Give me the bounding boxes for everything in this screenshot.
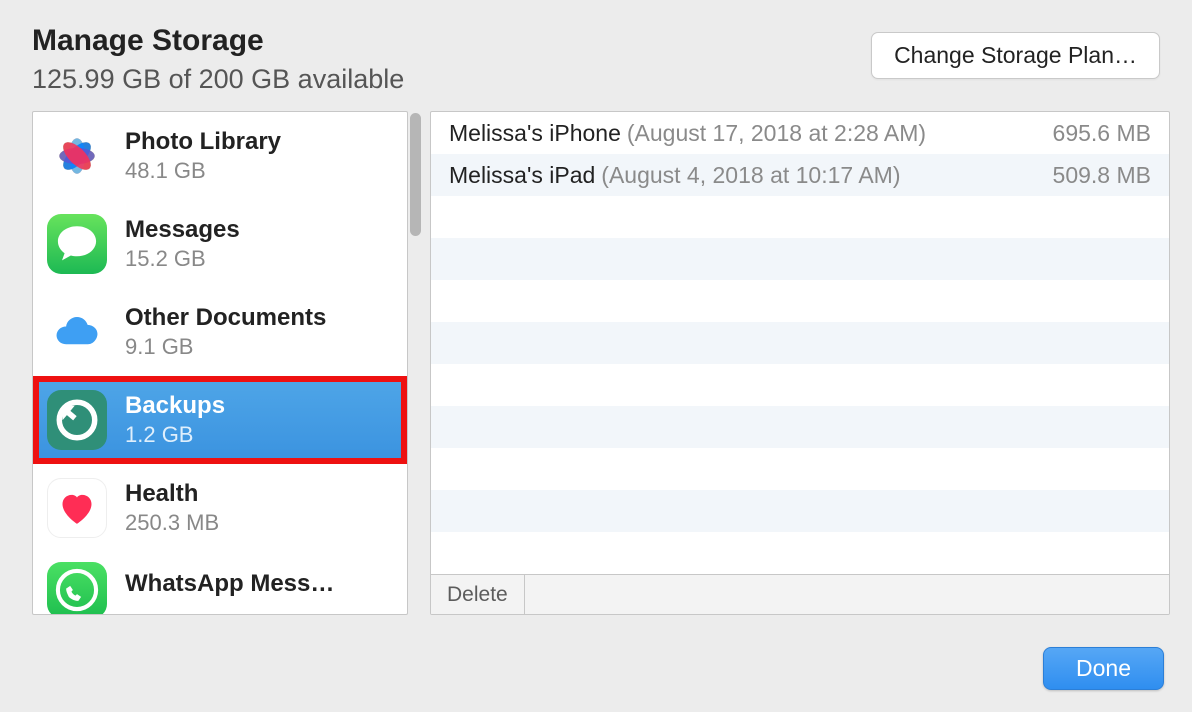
sidebar-item-size: 250.3 MB — [125, 510, 393, 536]
empty-row — [431, 322, 1169, 364]
sidebar-item-size: 48.1 GB — [125, 158, 393, 184]
sidebar-item-backups[interactable]: Backups 1.2 GB — [33, 376, 407, 464]
empty-row — [431, 196, 1169, 238]
storage-subtitle: 125.99 GB of 200 GB available — [32, 64, 404, 95]
icloud-icon — [47, 302, 107, 362]
messages-icon — [47, 214, 107, 274]
sidebar-item-label: Photo Library — [125, 128, 393, 156]
sidebar-item-label: Backups — [125, 392, 393, 420]
sidebar-item-other-documents[interactable]: Other Documents 9.1 GB — [33, 288, 407, 376]
sidebar-item-photo-library[interactable]: Photo Library 48.1 GB — [33, 112, 407, 200]
empty-row — [431, 490, 1169, 532]
backup-detail-panel: Melissa's iPhone (August 17, 2018 at 2:2… — [430, 111, 1170, 615]
sidebar-item-health[interactable]: Health 250.3 MB — [33, 464, 407, 552]
change-storage-plan-button[interactable]: Change Storage Plan… — [871, 32, 1160, 79]
sidebar-item-label: Messages — [125, 216, 393, 244]
backup-row-date: (August 17, 2018 at 2:28 AM) — [627, 120, 1053, 147]
empty-row — [431, 448, 1169, 490]
backup-row[interactable]: Melissa's iPhone (August 17, 2018 at 2:2… — [431, 112, 1169, 154]
sidebar-item-size: 1.2 GB — [125, 422, 393, 448]
empty-row — [431, 280, 1169, 322]
empty-row — [431, 406, 1169, 448]
sidebar-item-whatsapp[interactable]: WhatsApp Mess… — [33, 552, 407, 615]
done-button[interactable]: Done — [1043, 647, 1164, 690]
backup-icon — [47, 390, 107, 450]
sidebar-item-size: 9.1 GB — [125, 334, 393, 360]
sidebar-item-label: WhatsApp Mess… — [125, 570, 393, 598]
backup-row-name: Melissa's iPhone — [449, 120, 621, 147]
health-icon — [47, 478, 107, 538]
whatsapp-icon — [47, 562, 107, 615]
empty-row — [431, 238, 1169, 280]
sidebar-item-messages[interactable]: Messages 15.2 GB — [33, 200, 407, 288]
backup-list: Melissa's iPhone (August 17, 2018 at 2:2… — [431, 112, 1169, 574]
sidebar-item-label: Health — [125, 480, 393, 508]
sidebar-scrollbar[interactable] — [410, 113, 421, 236]
empty-row — [431, 364, 1169, 406]
photos-icon — [47, 126, 107, 186]
backup-row-name: Melissa's iPad — [449, 162, 595, 189]
sidebar-item-label: Other Documents — [125, 304, 393, 332]
backup-row-date: (August 4, 2018 at 10:17 AM) — [601, 162, 1052, 189]
storage-category-list: Photo Library 48.1 GB Messages 15.2 GB — [32, 111, 408, 615]
delete-button[interactable]: Delete — [431, 575, 525, 614]
sidebar-item-size: 15.2 GB — [125, 246, 393, 272]
backup-row[interactable]: Melissa's iPad (August 4, 2018 at 10:17 … — [431, 154, 1169, 196]
empty-row — [431, 532, 1169, 574]
backup-row-size: 695.6 MB — [1053, 120, 1151, 147]
page-title: Manage Storage — [32, 24, 404, 58]
backup-row-size: 509.8 MB — [1053, 162, 1151, 189]
